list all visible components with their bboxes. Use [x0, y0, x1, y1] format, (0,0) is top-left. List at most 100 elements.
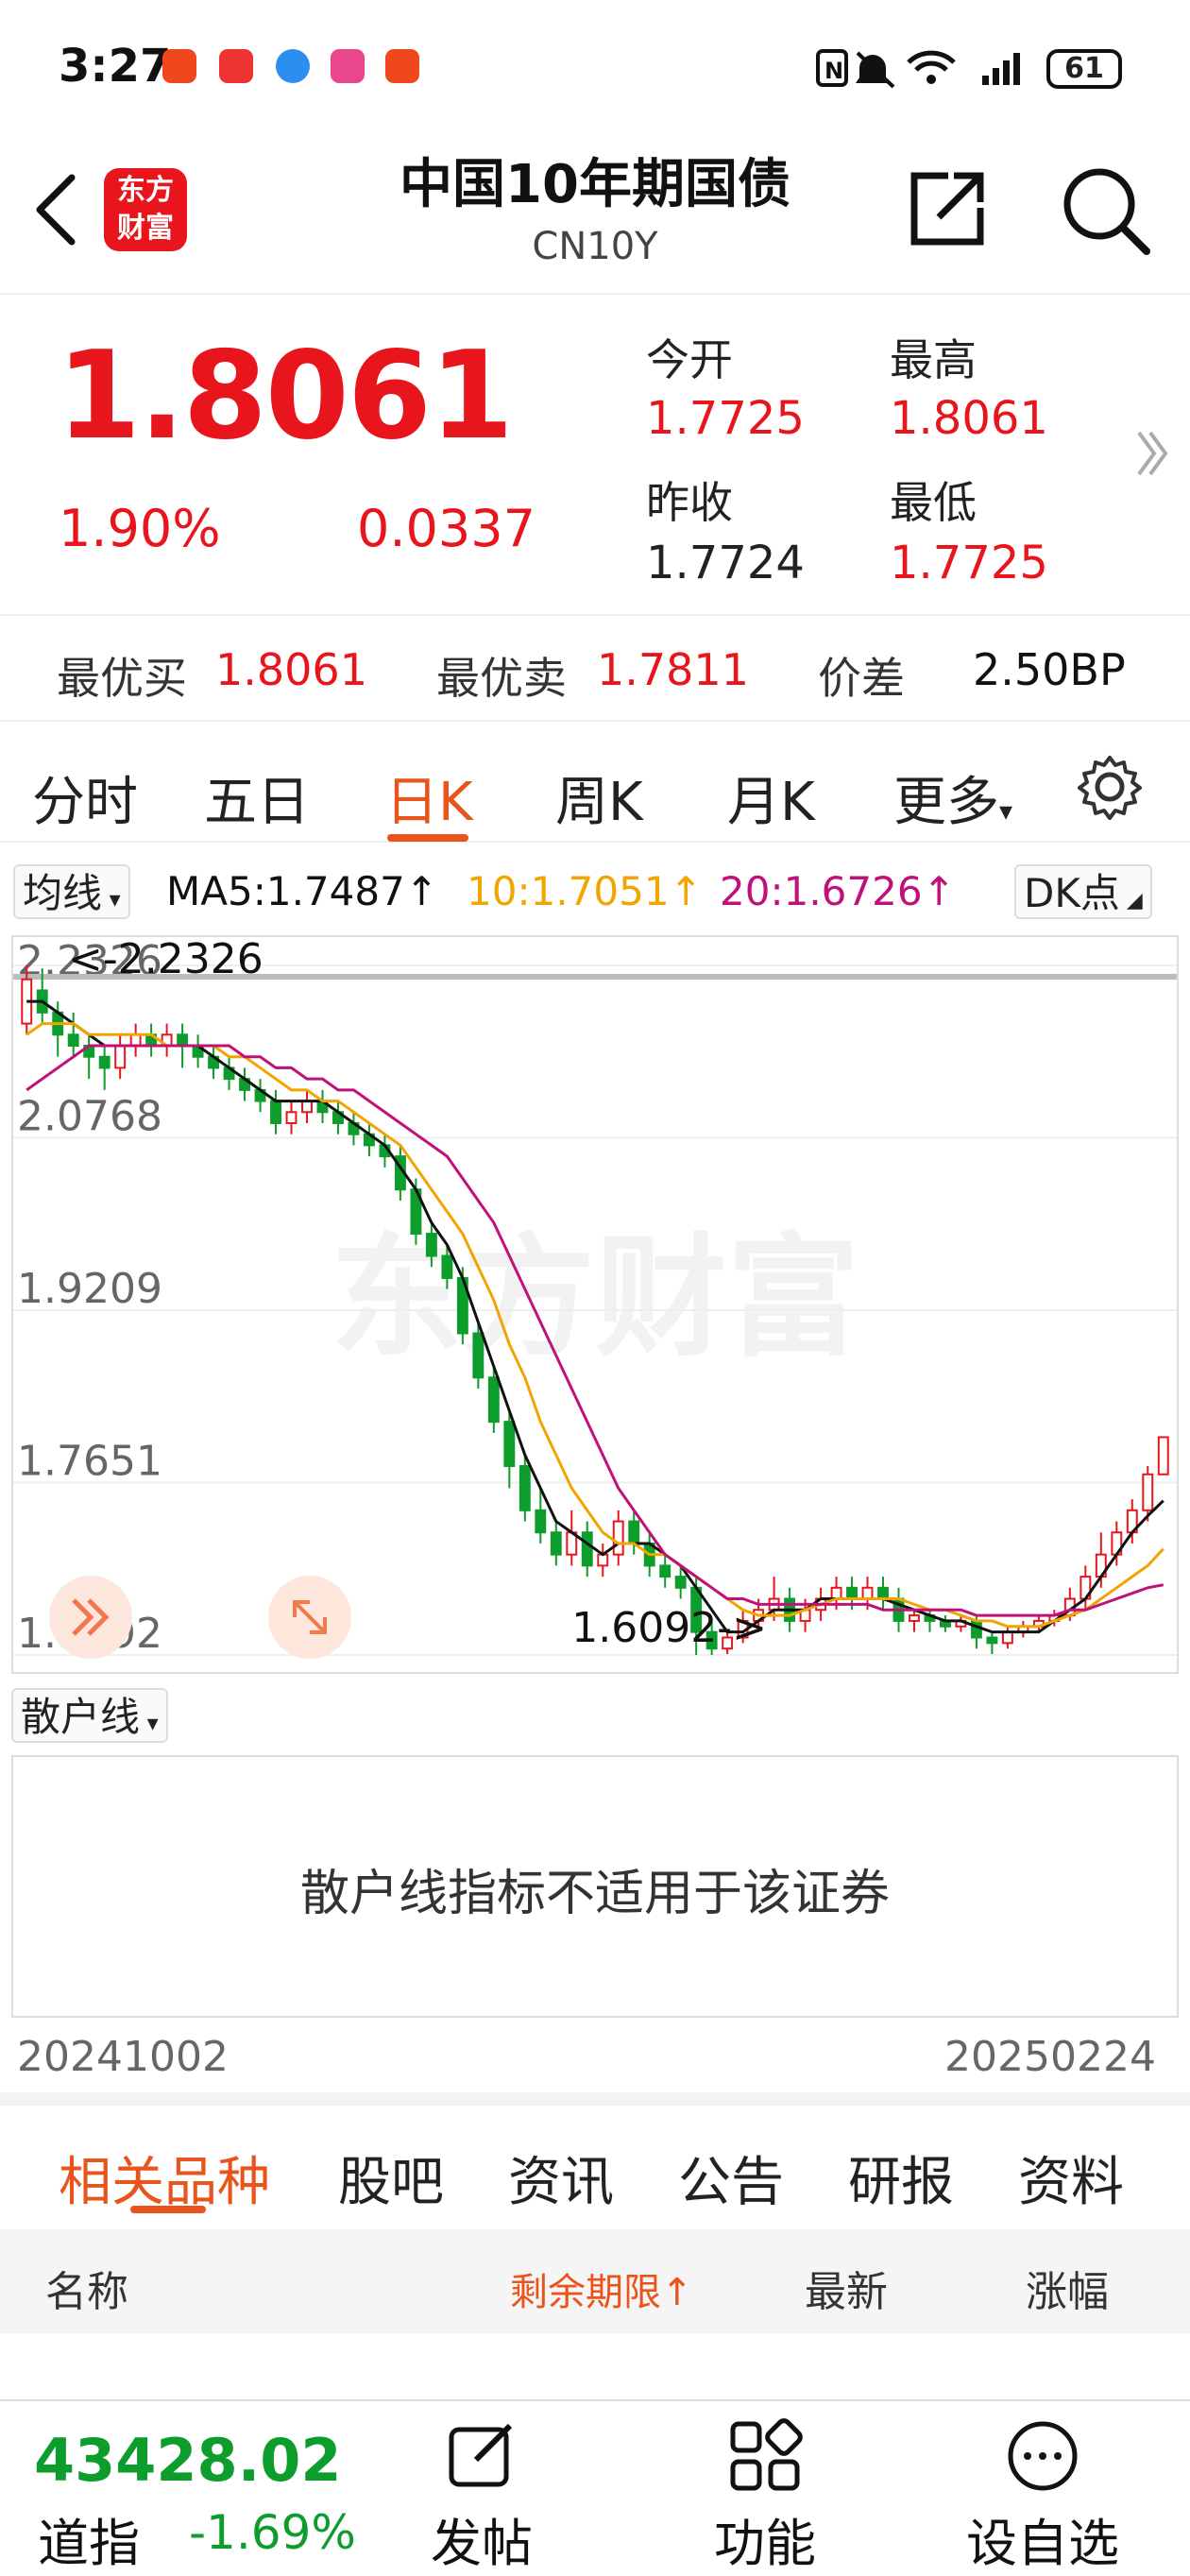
battery-indicator: 61: [1046, 49, 1122, 89]
tab-related[interactable]: 相关品种: [59, 2140, 270, 2216]
svg-text:N: N: [824, 58, 843, 84]
related-tabs: 相关品种 股吧 资讯 公告 研报 资料: [0, 2092, 1190, 2243]
active-tab-indicator: [130, 2206, 206, 2213]
change-value: 0.0337: [357, 499, 536, 558]
grid-icon: [730, 2418, 803, 2491]
add-watchlist-button[interactable]: 设自选: [958, 2418, 1128, 2576]
column-latest[interactable]: 最新: [805, 2258, 888, 2318]
tab-announcements[interactable]: 公告: [678, 2140, 784, 2216]
candle-body: [518, 1464, 531, 1511]
candle-body: [1157, 1436, 1169, 1476]
candlestick-chart[interactable]: 东方财富2.23262.07681.92091.76511.6092<-2.23…: [11, 935, 1179, 1674]
app-notification-icon: [331, 49, 365, 83]
active-tab-indicator: [387, 834, 468, 842]
high-value: 1.8061: [890, 392, 1048, 445]
tab-daily-k[interactable]: 日K: [385, 759, 473, 836]
index-value[interactable]: 43428.02: [34, 2426, 342, 2495]
candle-body: [674, 1576, 687, 1589]
tab-five-day[interactable]: 五日: [204, 759, 310, 836]
best-ask-label: 最优卖: [436, 653, 567, 704]
candle-body: [503, 1421, 516, 1467]
prev-close-value: 1.7724: [646, 537, 805, 589]
candle-body: [550, 1531, 562, 1556]
tab-reports[interactable]: 研报: [848, 2140, 954, 2216]
page-title: 中国10年期国债: [400, 154, 790, 215]
watermark: 东方财富: [331, 1221, 859, 1375]
dropdown-arrow-icon: ▾: [102, 886, 121, 913]
best-ask-value: 1.7811: [597, 644, 749, 695]
table-header: 名称 剩余期限↑ 最新 涨幅: [0, 2229, 1190, 2333]
low-value: 1.7725: [890, 537, 1048, 589]
bid-ask-row: 最优买 1.8061 最优卖 1.7811 价差 2.50BP: [0, 614, 1190, 722]
candle-body: [1142, 1473, 1154, 1511]
spread-label: 价差: [818, 653, 905, 704]
column-remaining-term[interactable]: 剩余期限↑: [510, 2261, 693, 2316]
app-notification-icon: [219, 49, 253, 83]
y-tick-label: 1.7651: [17, 1437, 162, 1485]
change-percent: 1.90%: [59, 499, 221, 558]
tab-news[interactable]: 资讯: [508, 2140, 614, 2216]
candle-body: [425, 1233, 437, 1257]
best-bid-label: 最优买: [57, 653, 187, 704]
y-tick-label: 1.9209: [17, 1265, 162, 1313]
candle-body: [877, 1586, 889, 1600]
candle-body: [487, 1376, 500, 1424]
dk-label: DK点: [1024, 870, 1120, 916]
ma5-value: MA5:1.7487↑: [166, 868, 438, 914]
ma20-value: 20:1.6726↑: [720, 868, 956, 914]
indicator-selector-label: 散户线: [21, 1694, 141, 1740]
app-notification-icon: [162, 49, 196, 83]
search-icon[interactable]: [1058, 162, 1152, 257]
functions-label: 功能: [714, 2514, 816, 2573]
chevron-right-icon[interactable]: [1133, 427, 1171, 480]
share-icon[interactable]: [905, 166, 990, 251]
security-code: CN10Y: [532, 225, 658, 268]
high-marker: <-2.2326: [68, 937, 264, 983]
spread-value: 2.50BP: [973, 644, 1126, 695]
column-change[interactable]: 涨幅: [1026, 2258, 1109, 2318]
system-status-icons: N: [816, 49, 1020, 89]
candle-body: [114, 1045, 127, 1069]
post-label: 发帖: [431, 2514, 533, 2573]
dk-point-selector[interactable]: DK点 ◢: [1014, 864, 1152, 919]
tab-intraday[interactable]: 分时: [32, 759, 138, 836]
candle-body: [861, 1586, 874, 1600]
tab-monthly-k[interactable]: 月K: [727, 759, 815, 836]
indicator-selector[interactable]: 散户线 ▾: [11, 1688, 168, 1743]
expand-arrows-icon: [293, 1600, 327, 1634]
app-notification-icon: [385, 49, 419, 83]
indicator-message: 散户线指标不适用于该证券: [299, 1866, 890, 1922]
candle-body: [270, 1100, 281, 1124]
expand-side-button[interactable]: [49, 1576, 132, 1659]
candle-body: [846, 1586, 858, 1600]
moving-average-row: 均线 ▾ MA5:1.7487↑ 10:1.7051↑ 20:1.6726↑ D…: [0, 855, 1190, 930]
low-marker: 1.6092->: [571, 1604, 767, 1652]
column-name[interactable]: 名称: [45, 2258, 128, 2318]
chart-period-tabs: 分时 五日 日K 周K 月K 更多▾: [0, 727, 1190, 843]
fullscreen-button[interactable]: [268, 1576, 351, 1659]
candle-body: [628, 1520, 640, 1544]
date-start: 20241002: [17, 2033, 229, 2081]
tab-forum[interactable]: 股吧: [338, 2140, 444, 2216]
tab-weekly-k[interactable]: 周K: [555, 759, 643, 836]
tab-profile[interactable]: 资料: [1018, 2140, 1124, 2216]
post-button[interactable]: 发帖: [397, 2418, 567, 2576]
functions-button[interactable]: 功能: [680, 2418, 850, 2576]
edit-icon: [449, 2423, 513, 2487]
browser-notification-icon: [276, 49, 310, 83]
date-end: 20250224: [944, 2033, 1156, 2081]
index-change: -1.69%: [189, 2505, 356, 2560]
ma-selector[interactable]: 均线 ▾: [13, 864, 130, 919]
ma-selector-label: 均线: [23, 870, 103, 916]
tab-more[interactable]: 更多▾: [893, 759, 1012, 836]
more-circle-icon: [1008, 2421, 1078, 2491]
open-value: 1.7725: [646, 392, 805, 445]
candle-body: [535, 1509, 547, 1534]
open-label: 今开: [646, 334, 733, 385]
double-chevron-right-icon: [72, 1598, 110, 1636]
candle-body: [612, 1520, 624, 1556]
high-label: 最高: [890, 334, 977, 385]
settings-gear-icon[interactable]: [1077, 754, 1143, 820]
candle-body: [986, 1636, 998, 1645]
watchlist-label: 设自选: [966, 2514, 1119, 2573]
